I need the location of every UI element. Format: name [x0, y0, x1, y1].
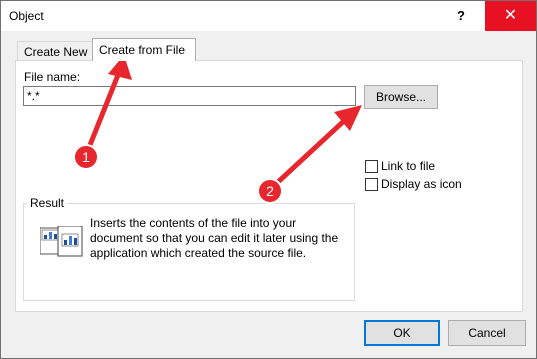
- title-bar: Object ? ✕: [1, 1, 536, 31]
- tab-create-new[interactable]: Create New: [17, 41, 95, 62]
- result-description: Inserts the contents of the file into yo…: [90, 216, 339, 260]
- display-as-icon-label[interactable]: Display as icon: [381, 177, 462, 191]
- link-to-file-label[interactable]: Link to file: [381, 159, 435, 173]
- ok-button[interactable]: OK: [364, 320, 440, 346]
- file-name-input[interactable]: [23, 86, 356, 106]
- window-title: Object: [9, 9, 44, 23]
- result-label: Result: [27, 196, 68, 210]
- close-button[interactable]: ✕: [485, 1, 536, 31]
- tab-create-from-file-label: Create from File: [99, 43, 186, 57]
- browse-button[interactable]: Browse...: [364, 85, 438, 109]
- tab-create-new-label: Create New: [24, 45, 88, 59]
- tab-create-from-file[interactable]: Create from File: [92, 38, 196, 61]
- link-to-file-checkbox[interactable]: [365, 160, 378, 173]
- display-as-icon-checkbox[interactable]: [365, 178, 378, 191]
- help-button[interactable]: ?: [438, 1, 484, 31]
- file-name-label: File name:: [24, 70, 81, 84]
- document-icon: [40, 226, 83, 257]
- cancel-button[interactable]: Cancel: [448, 320, 526, 346]
